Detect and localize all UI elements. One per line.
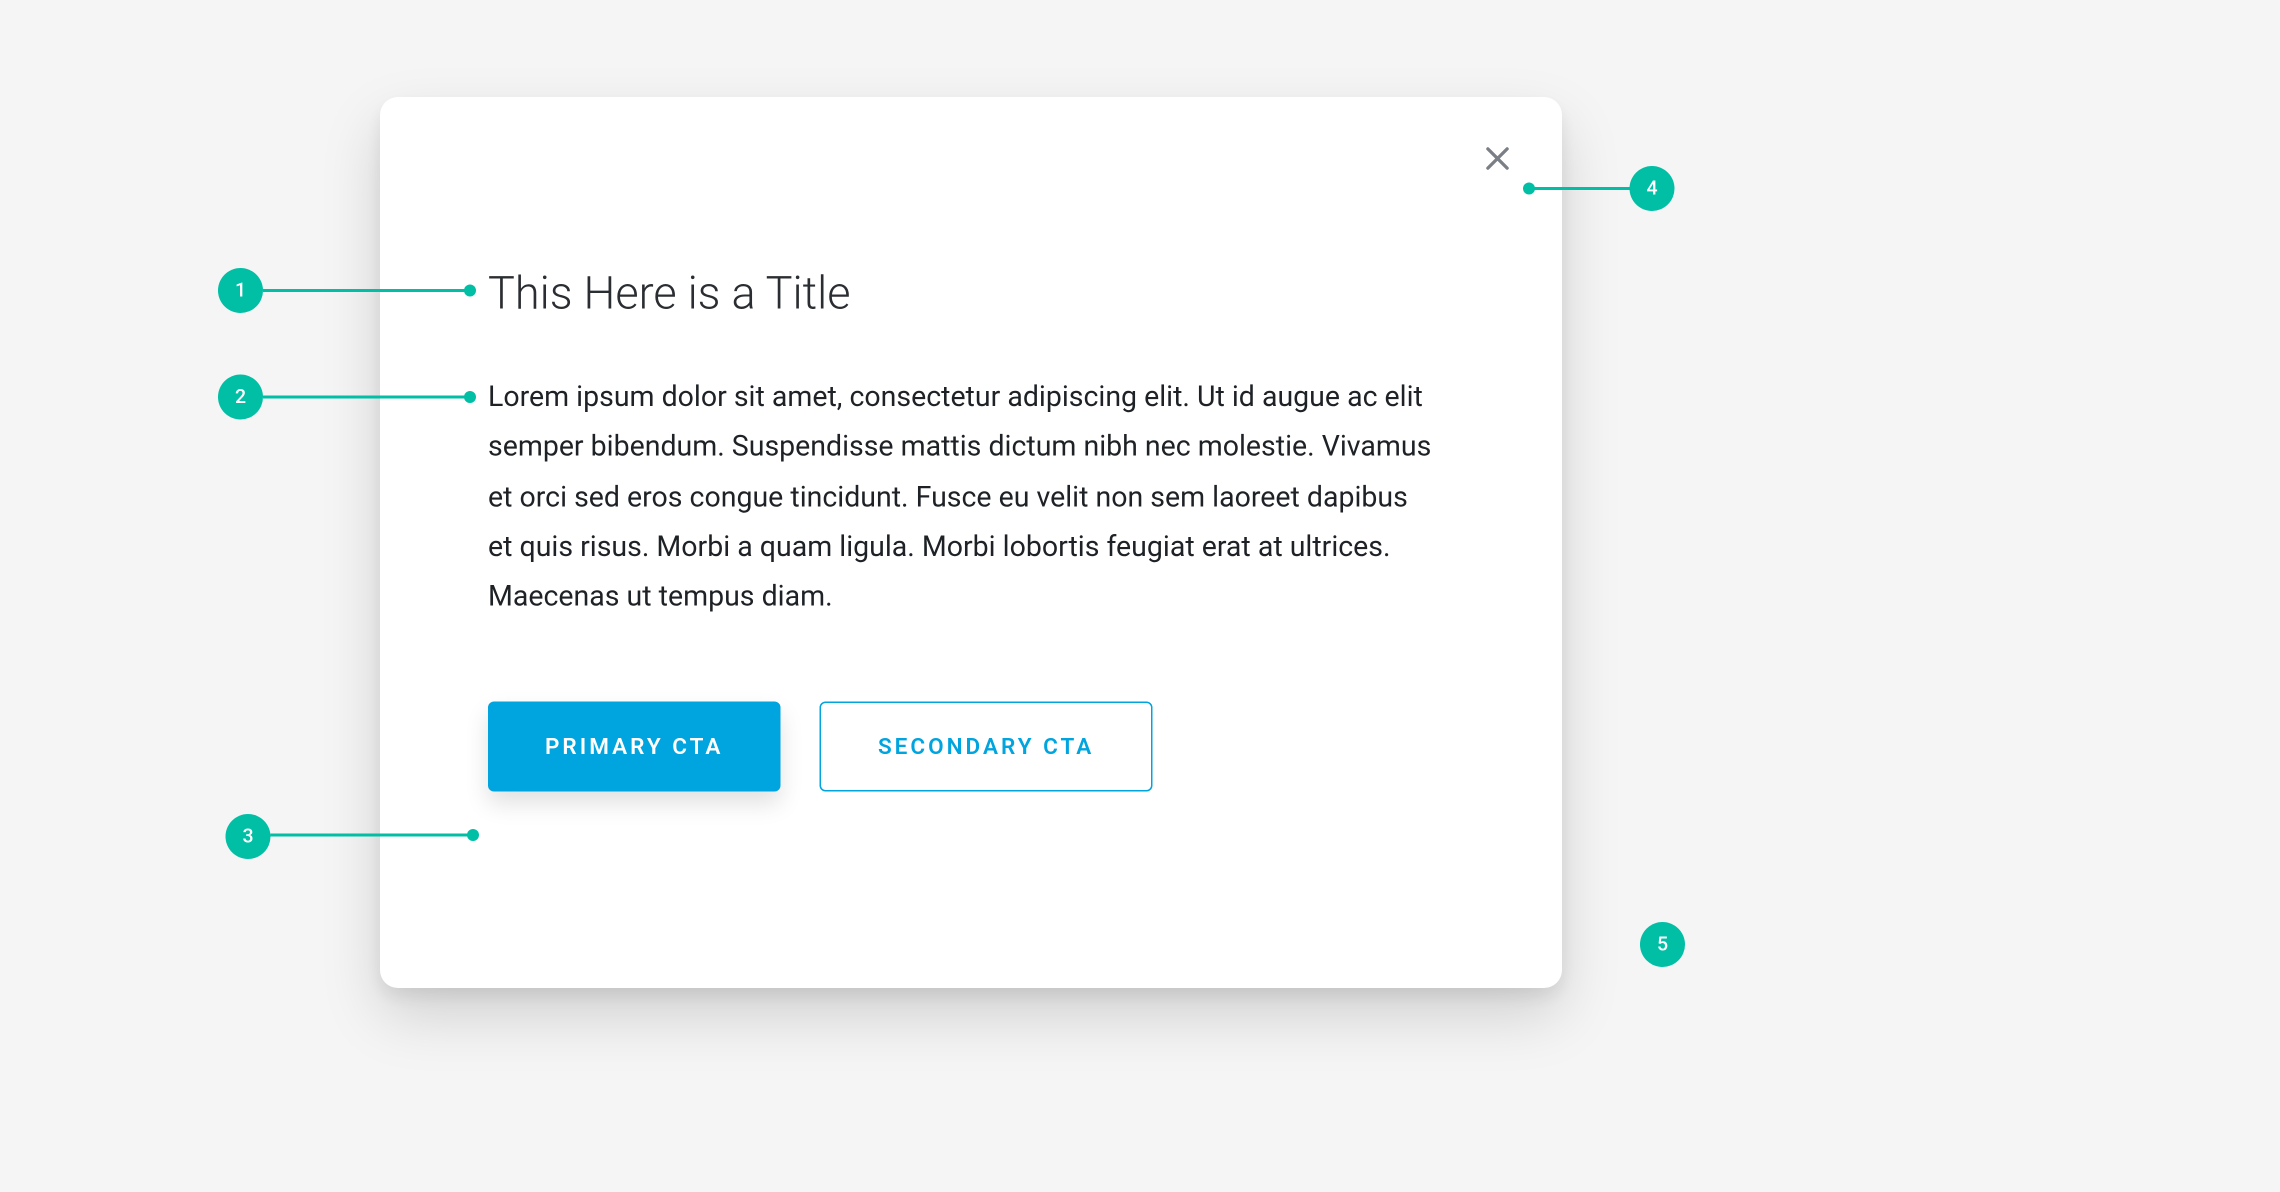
annotation-line-4 [1529,187,1631,190]
primary-cta-button[interactable]: PRIMARY CTA [488,702,780,792]
modal-card: This Here is a Title Lorem ipsum dolor s… [380,97,1562,988]
annotation-marker-5: 5 [1640,922,1685,967]
annotation-marker-4: 4 [1630,166,1675,211]
annotation-marker-1: 1 [218,268,263,313]
close-button[interactable] [1478,139,1517,178]
modal-title: This Here is a Title [488,268,1454,321]
annotation-line-1 [263,289,470,292]
annotation-line-2 [263,396,470,399]
button-row: PRIMARY CTA SECONDARY CTA [488,702,1454,792]
secondary-cta-button[interactable]: SECONDARY CTA [819,702,1152,792]
annotation-marker-2: 2 [218,375,263,420]
close-icon [1481,142,1514,175]
modal-body: Lorem ipsum dolor sit amet, consectetur … [488,372,1433,621]
annotation-marker-3: 3 [226,814,271,859]
annotation-line-3 [271,834,474,837]
